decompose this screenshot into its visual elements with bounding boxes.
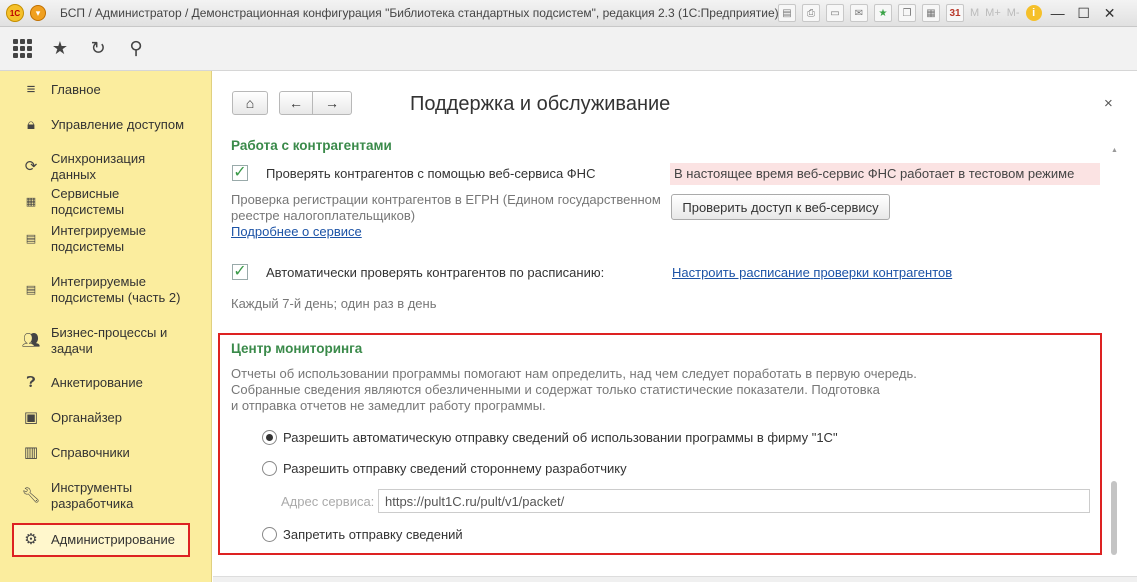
favorite-icon[interactable]: ★ bbox=[874, 4, 892, 22]
sidebar-item-label: Синхронизация данных bbox=[51, 151, 146, 182]
arrow-left-icon: ← bbox=[289, 95, 303, 111]
bars-icon: ▤ bbox=[25, 284, 37, 296]
contractors-section-title: Работа с контрагентами bbox=[231, 138, 392, 153]
scroll-up-icon[interactable]: ▲ bbox=[1111, 147, 1118, 154]
sidebar-item-label: Администрирование bbox=[51, 532, 175, 547]
radio-deny-label: Запретить отправку сведений bbox=[283, 527, 463, 542]
bottom-border bbox=[213, 576, 1137, 582]
check-fns-label: Проверять контрагентов с помощью веб-сер… bbox=[266, 166, 596, 181]
service-address-input[interactable]: https://pult1C.ru/pult/v1/packet/ bbox=[378, 489, 1090, 513]
check-fns-checkbox[interactable]: ✓ bbox=[232, 165, 248, 181]
window-title-bar: 1С ▾ БСП / Администратор / Демонстрацион… bbox=[0, 0, 1137, 27]
bars-icon: ▤ bbox=[25, 233, 37, 245]
memory-m-button[interactable]: M bbox=[970, 7, 979, 19]
radio-deny[interactable] bbox=[262, 527, 277, 542]
back-button[interactable]: ← bbox=[279, 91, 313, 115]
sidebar-item-label: Анкетирование bbox=[51, 375, 143, 390]
monitoring-section-title: Центр мониторинга bbox=[231, 341, 363, 356]
main-content: ⌂ ← → Поддержка и обслуживание × Работа … bbox=[213, 71, 1137, 582]
menu-icon: ≡ bbox=[26, 81, 36, 98]
calculator-icon[interactable]: ▦ bbox=[922, 4, 940, 22]
sidebar-item-label: Сервисные подсистемы bbox=[51, 186, 125, 217]
sidebar-item-label: Органайзер bbox=[51, 410, 122, 425]
radio-allow-third-party-label: Разрешить отправку сведений стороннему р… bbox=[283, 461, 627, 476]
title-toolbar: ▤ ⎙ ▭ ✉ ★ ❐ ▦ 31 M M+ M- i — ☐ ✕ bbox=[778, 4, 1120, 22]
schedule-settings-link[interactable]: Настроить расписание проверки контрагент… bbox=[672, 265, 952, 280]
sidebar-item-main[interactable]: ≡ Главное bbox=[12, 81, 190, 99]
book-icon: ▥ bbox=[23, 444, 39, 461]
close-window-button[interactable]: ✕ bbox=[1100, 5, 1120, 22]
sidebar-item-questionnaire[interactable]: ❓︎ Анкетирование bbox=[12, 374, 190, 392]
memory-minus-button[interactable]: M- bbox=[1007, 7, 1020, 19]
radio-allow-1c[interactable] bbox=[262, 430, 277, 445]
organizer-icon: ▣ bbox=[23, 409, 39, 426]
lock-icon: 🔒︎ bbox=[27, 116, 35, 133]
fns-warning: В настоящее время веб-сервис ФНС работае… bbox=[670, 163, 1100, 185]
mail-icon[interactable]: ✉ bbox=[850, 4, 868, 22]
forward-button[interactable]: → bbox=[312, 91, 352, 115]
sidebar-item-label: Управление доступом bbox=[51, 117, 185, 132]
minimize-button[interactable]: — bbox=[1048, 5, 1068, 21]
home-button[interactable]: ⌂ bbox=[232, 91, 268, 115]
sidebar-item-label: Инструменты разработчика bbox=[51, 480, 134, 511]
auto-check-checkbox[interactable]: ✓ bbox=[232, 264, 248, 280]
sidebar-item-label: Справочники bbox=[51, 445, 130, 460]
memory-plus-button[interactable]: M+ bbox=[985, 7, 1001, 19]
preview-icon[interactable]: ▭ bbox=[826, 4, 844, 22]
close-form-button[interactable]: × bbox=[1104, 95, 1113, 112]
copy-icon[interactable]: ❐ bbox=[898, 4, 916, 22]
monitoring-description-line1: Отчеты об использовании программы помога… bbox=[231, 366, 917, 381]
gear-icon: ⚙ bbox=[24, 531, 38, 548]
auto-check-label: Автоматически проверять контрагентов по … bbox=[266, 265, 605, 280]
sidebar-item-service[interactable]: ▦ Сервисные подсистемы bbox=[12, 186, 190, 218]
search-icon[interactable]: ⚲ bbox=[126, 38, 146, 59]
question-icon: ❓︎ bbox=[26, 374, 36, 391]
sidebar-item-integrated[interactable]: ▤ Интегрируемые подсистемы bbox=[12, 222, 190, 256]
schedule-text: Каждый 7-й день; один раз в день bbox=[231, 296, 437, 311]
radio-allow-third-party[interactable] bbox=[262, 461, 277, 476]
wrench-icon: 🔧︎ bbox=[21, 487, 41, 504]
section-toolbar: ★ ↻ ⚲ bbox=[0, 27, 1137, 71]
maximize-button[interactable]: ☐ bbox=[1074, 5, 1094, 22]
sidebar-item-administration[interactable]: ⚙ Администрирование bbox=[12, 523, 190, 557]
sidebar-item-catalogs[interactable]: ▥ Справочники bbox=[12, 444, 190, 462]
print-icon[interactable]: ⎙ bbox=[802, 4, 820, 22]
sidebar-item-label: Интегрируемые подсистемы (часть 2) bbox=[51, 274, 181, 305]
sidebar-item-sync[interactable]: ⟳ Синхронизация данных bbox=[12, 151, 190, 183]
sidebar-item-access[interactable]: 🔒︎ Управление доступом bbox=[12, 116, 190, 134]
monitoring-description-line3: и отправка отчетов не замедлит работу пр… bbox=[231, 398, 546, 413]
page-title: Поддержка и обслуживание bbox=[410, 93, 671, 115]
sidebar-item-business-processes[interactable]: 👥︎ Бизнес-процессы и задачи bbox=[12, 324, 190, 358]
monitoring-description-line2: Собранные сведения являются обезличенным… bbox=[231, 382, 880, 397]
sections-sidebar: ≡ Главное 🔒︎ Управление доступом ⟳ Синхр… bbox=[0, 71, 212, 582]
sync-icon: ⟳ bbox=[24, 158, 38, 175]
calendar-icon[interactable]: 31 bbox=[946, 4, 964, 22]
sidebar-item-label: Бизнес-процессы и задачи bbox=[51, 325, 168, 356]
egrn-description-line2: реестре налогоплательщиков) bbox=[231, 208, 416, 223]
favorites-star-icon[interactable]: ★ bbox=[50, 38, 70, 59]
sections-grid-icon[interactable] bbox=[12, 39, 32, 59]
sidebar-item-label: Интегрируемые подсистемы bbox=[51, 223, 146, 254]
arrow-right-icon: → bbox=[325, 95, 339, 111]
save-icon[interactable]: ▤ bbox=[778, 4, 796, 22]
home-icon: ⌂ bbox=[245, 95, 255, 111]
window-title: БСП / Администратор / Демонстрационная к… bbox=[60, 6, 779, 20]
sidebar-item-integrated-2[interactable]: ▤ Интегрируемые подсистемы (часть 2) bbox=[12, 273, 190, 307]
info-icon[interactable]: i bbox=[1025, 5, 1042, 21]
scrollbar-thumb[interactable] bbox=[1111, 481, 1117, 555]
history-icon[interactable]: ↻ bbox=[88, 38, 108, 59]
sidebar-item-organizer[interactable]: ▣ Органайзер bbox=[12, 409, 190, 427]
service-address-label: Адрес сервиса: bbox=[281, 494, 375, 509]
users-icon: 👥︎ bbox=[21, 332, 41, 349]
grid-icon: ▦ bbox=[25, 196, 37, 208]
sidebar-item-dev-tools[interactable]: 🔧︎ Инструменты разработчика bbox=[12, 479, 190, 513]
more-about-service-link[interactable]: Подробнее о сервисе bbox=[231, 224, 362, 239]
check-access-button[interactable]: Проверить доступ к веб-сервису bbox=[671, 194, 890, 220]
app-logo-icon: 1С bbox=[6, 4, 24, 22]
radio-allow-1c-label: Разрешить автоматическую отправку сведен… bbox=[283, 430, 838, 445]
main-menu-icon[interactable]: ▾ bbox=[30, 5, 46, 21]
sidebar-item-label: Главное bbox=[51, 82, 101, 97]
egrn-description-line1: Проверка регистрации контрагентов в ЕГРН… bbox=[231, 192, 661, 207]
